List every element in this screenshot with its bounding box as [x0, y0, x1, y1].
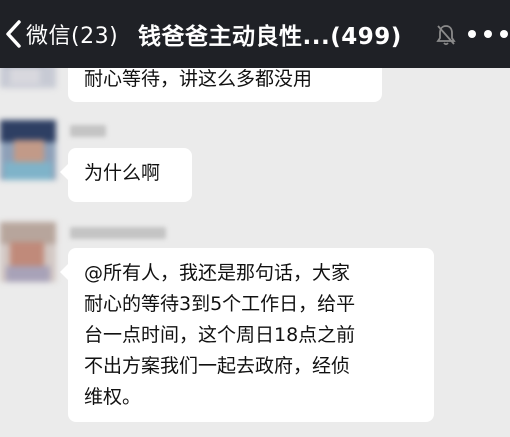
- more-dot: [484, 30, 492, 38]
- message-text: 耐心等待，讲这么多都没用: [84, 68, 313, 90]
- bell-mute-icon: [436, 24, 456, 50]
- back-label: 微信(23): [26, 24, 119, 49]
- avatar[interactable]: [0, 120, 56, 180]
- message-text: 台一点时间，这个周日18点之前: [84, 324, 356, 346]
- sender-name: [70, 227, 166, 239]
- more-dot: [468, 30, 476, 38]
- sender-name: [70, 125, 106, 137]
- chevron-left-icon: [4, 19, 22, 49]
- back-button[interactable]: 微信(23): [0, 12, 118, 56]
- chat-header: 微信(23) 钱爸爸主动良性...(499): [0, 0, 510, 68]
- message-text: @所有人，我还是那句话，大家: [84, 262, 351, 284]
- message-text: 不出方案我们一起去政府，经侦: [84, 355, 351, 377]
- more-options-button[interactable]: [468, 20, 508, 48]
- avatar[interactable]: [0, 68, 56, 88]
- chat-title: 钱爸爸主动良性...(499): [138, 24, 402, 50]
- more-dot: [500, 30, 508, 38]
- message-text: 耐心的等待3到5个工作日，给平: [84, 293, 356, 315]
- message-text: 为什么啊: [84, 162, 161, 184]
- message-bubble[interactable]: 耐心等待，讲这么多都没用: [68, 68, 382, 102]
- message-text: 维权。: [84, 386, 142, 408]
- message-bubble[interactable]: @所有人，我还是那句话，大家 耐心的等待3到5个工作日，给平 台一点时间，这个周…: [60, 248, 434, 422]
- avatar[interactable]: [0, 222, 56, 282]
- message-list[interactable]: 耐心等待，讲这么多都没用 为什么啊 @所有人，我还是那句话，大家 耐心的等待3到…: [0, 68, 510, 437]
- message-bubble[interactable]: 为什么啊: [60, 148, 192, 202]
